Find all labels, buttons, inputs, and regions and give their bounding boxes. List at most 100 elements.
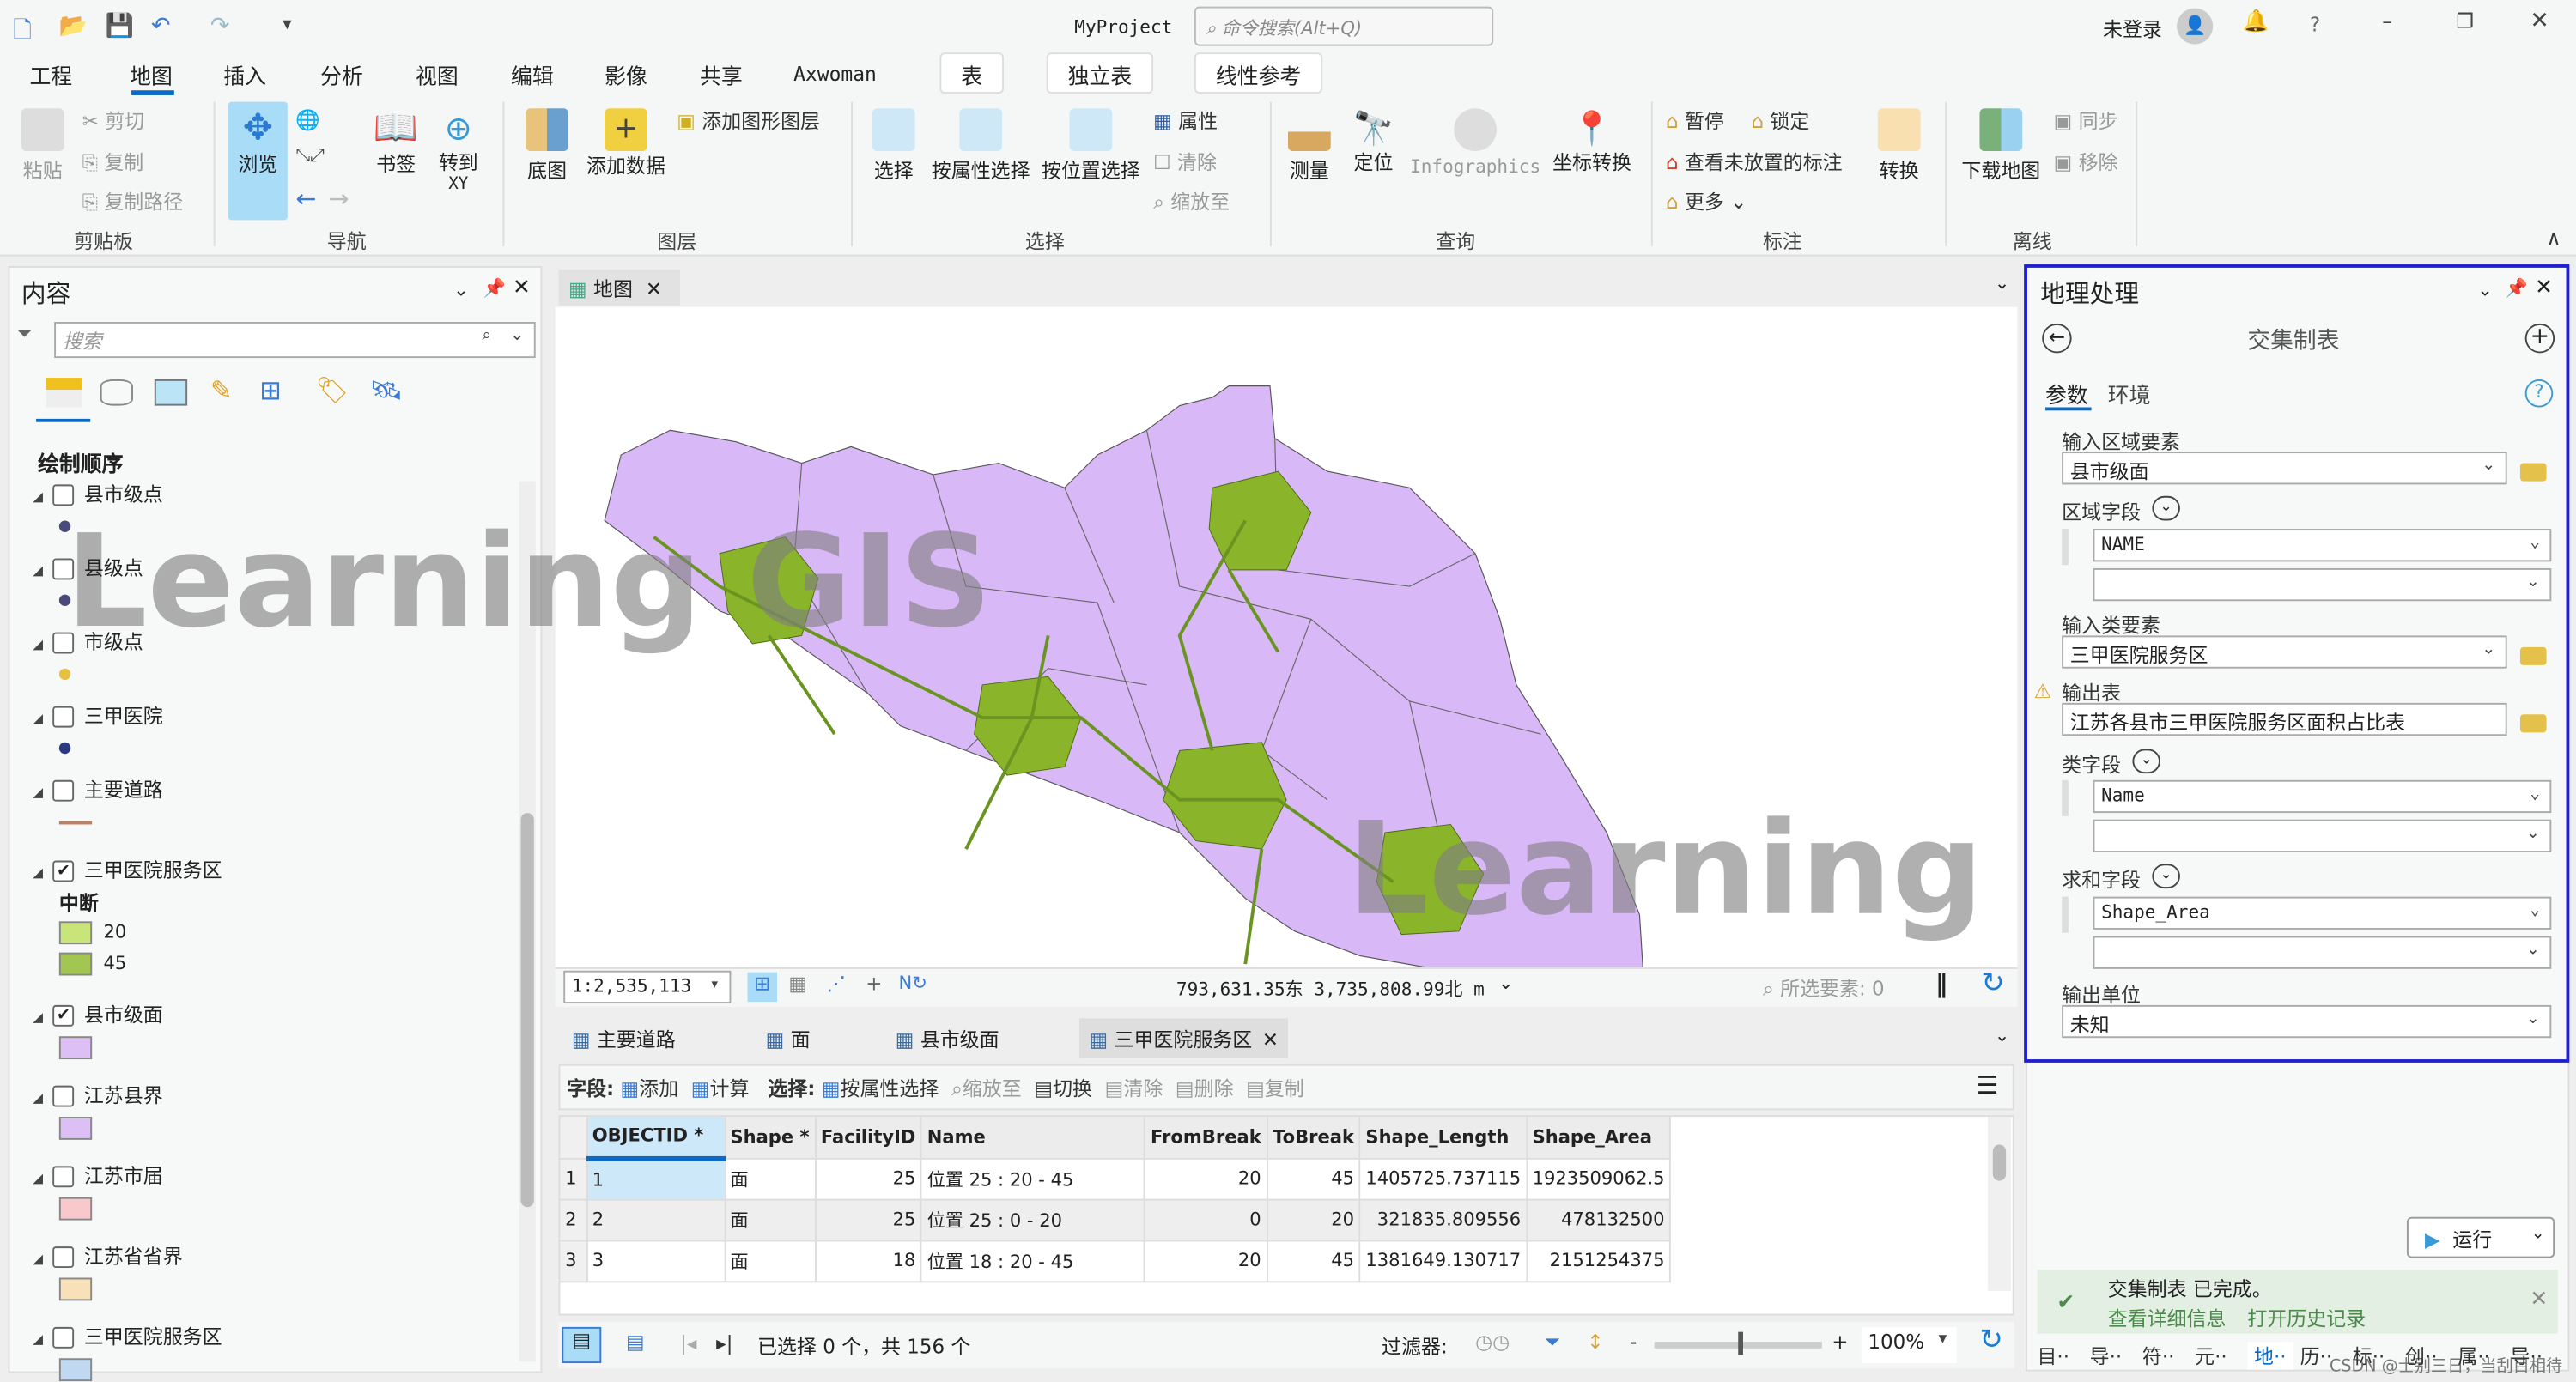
- grid-icon[interactable]: ▦: [788, 973, 807, 996]
- layer-item[interactable]: ◢ 主要道路: [33, 775, 163, 803]
- paste-button[interactable]: 粘贴: [13, 108, 72, 184]
- table-cell[interactable]: 20: [1145, 1240, 1268, 1282]
- column-header[interactable]: Shape_Area: [1526, 1117, 1672, 1159]
- save-icon[interactable]: 💾: [105, 13, 133, 39]
- table-zoom-selector[interactable]: 100% ▾: [1861, 1326, 1957, 1364]
- zone-field-empty-select[interactable]: ⌄: [2093, 567, 2552, 602]
- bottom-pane-tab[interactable]: 属··: [2458, 1342, 2490, 1370]
- expand-triangle-icon[interactable]: ◢: [33, 637, 43, 652]
- expand-triangle-icon[interactable]: ◢: [33, 1171, 43, 1185]
- bottom-pane-tab[interactable]: 符··: [2142, 1342, 2175, 1370]
- close-pane-icon[interactable]: ✕: [513, 276, 531, 300]
- table-cell[interactable]: 45: [1267, 1157, 1361, 1200]
- infographics-button[interactable]: Infographics: [1410, 108, 1541, 178]
- output-units-select[interactable]: 未知 ⌄: [2062, 1004, 2552, 1039]
- row-number[interactable]: 3: [560, 1240, 587, 1282]
- labeling-tag-icon[interactable]: 🏷: [315, 374, 349, 405]
- selection-list-icon[interactable]: [154, 379, 188, 406]
- table-cell[interactable]: 1381649.130717: [1359, 1240, 1528, 1282]
- expand-triangle-icon[interactable]: ◢: [33, 865, 43, 880]
- layer-visibility-checkbox[interactable]: ✔: [52, 1004, 75, 1027]
- zoom-in-icon[interactable]: +: [1832, 1330, 1848, 1354]
- layer-visibility-checkbox[interactable]: [52, 706, 75, 728]
- layer-visibility-checkbox[interactable]: [52, 558, 75, 580]
- expand-triangle-icon[interactable]: ◢: [33, 489, 43, 504]
- layer-item[interactable]: ◢ 三甲医院: [33, 701, 163, 730]
- layer-item[interactable]: ◢ 江苏市届: [33, 1161, 163, 1190]
- tab-table[interactable]: 表: [939, 52, 1005, 94]
- table-refresh-icon[interactable]: ↻: [1979, 1324, 2002, 1356]
- browse-folder-icon[interactable]: [2519, 646, 2547, 665]
- explore-button[interactable]: ✥ 浏览: [228, 101, 288, 221]
- row-number[interactable]: 2: [560, 1198, 587, 1241]
- table-cell[interactable]: 面: [724, 1157, 817, 1200]
- calculate-field-button[interactable]: ▦计算: [691, 1077, 750, 1100]
- customize-qat-icon[interactable]: ▾: [283, 13, 292, 34]
- layer-visibility-checkbox[interactable]: [52, 1166, 75, 1188]
- pane-options-icon[interactable]: ⌄: [453, 279, 469, 300]
- select-by-location-button[interactable]: 按位置选择: [1038, 108, 1143, 184]
- bottom-pane-tab[interactable]: 地··: [2247, 1342, 2293, 1370]
- copy-path-button[interactable]: ⎘ 复制路径: [82, 187, 184, 215]
- pause-drawing-icon[interactable]: ‖: [1935, 969, 1947, 998]
- new-project-icon[interactable]: 🗋: [13, 13, 32, 52]
- more-labeling-button[interactable]: ⌂ 更多 ⌄: [1666, 187, 1747, 215]
- table-select-by-attributes-button[interactable]: ▦按属性选择: [822, 1077, 939, 1100]
- zoom-out-icon[interactable]: -: [1630, 1330, 1637, 1354]
- column-header[interactable]: ToBreak: [1267, 1117, 1361, 1159]
- tab-insert[interactable]: 插入: [223, 59, 266, 91]
- tab-project[interactable]: 工程: [29, 59, 72, 91]
- table-cell[interactable]: 321835.809556: [1359, 1198, 1528, 1241]
- add-icon[interactable]: +: [2524, 323, 2555, 354]
- data-source-icon[interactable]: [100, 379, 133, 406]
- contents-scroll-thumb[interactable]: [520, 813, 534, 1208]
- tab-analysis[interactable]: 分析: [320, 59, 363, 91]
- refresh-icon[interactable]: ↻: [1981, 967, 2004, 1000]
- layer-visibility-checkbox[interactable]: [52, 779, 75, 802]
- expand-triangle-icon[interactable]: ◢: [33, 1090, 43, 1105]
- table-cell[interactable]: 45: [1267, 1240, 1361, 1282]
- cut-button[interactable]: ✂ 剪切: [82, 106, 144, 135]
- select-button[interactable]: 选择: [866, 108, 921, 184]
- north-arrow-icon[interactable]: N↻: [899, 973, 927, 994]
- time-filter-icon[interactable]: ◷◷: [1475, 1330, 1510, 1354]
- tab-list-chevron-icon[interactable]: ⌄: [1995, 273, 2010, 294]
- bookmarks-button[interactable]: 📖 书签: [368, 108, 424, 177]
- view-unplaced-button[interactable]: ⌂ 查看未放置的标注: [1666, 148, 1843, 176]
- table-cell[interactable]: 20: [1267, 1198, 1361, 1241]
- table-cell[interactable]: 3: [586, 1240, 726, 1282]
- column-header[interactable]: FacilityID: [815, 1117, 923, 1159]
- table-menu-icon[interactable]: ☰: [1977, 1070, 1999, 1100]
- drag-handle[interactable]: [2062, 779, 2069, 816]
- table-cell[interactable]: 2151254375: [1526, 1240, 1672, 1282]
- fixed-zoom-icon[interactable]: ⤡⤢: [295, 144, 325, 167]
- expand-triangle-icon[interactable]: ◢: [33, 1252, 43, 1266]
- close-tab-icon[interactable]: ✕: [646, 277, 662, 300]
- full-extent-icon[interactable]: 🌐: [295, 108, 320, 131]
- bottom-pane-tab[interactable]: 导··: [2510, 1342, 2543, 1370]
- table-cell[interactable]: 面: [724, 1240, 817, 1282]
- add-field-button[interactable]: ▦添加: [621, 1077, 679, 1100]
- sync-button[interactable]: ▣ 同步: [2054, 106, 2118, 135]
- close-pane-icon[interactable]: ✕: [2535, 276, 2553, 300]
- layer-item[interactable]: ◢ 江苏省省界: [33, 1241, 183, 1270]
- command-search-input[interactable]: ⌕ 命令搜索(Alt+Q): [1194, 6, 1494, 46]
- table-cell[interactable]: 1405725.737115: [1359, 1157, 1528, 1200]
- table-cell[interactable]: 位置 25 : 0 - 20: [921, 1198, 1146, 1241]
- sign-in-status[interactable]: 未登录: [2103, 15, 2162, 43]
- restore-icon[interactable]: ❐: [2456, 9, 2474, 33]
- column-header[interactable]: FromBreak: [1145, 1117, 1268, 1159]
- scale-selector[interactable]: 1:2,535,113 ▾: [563, 970, 732, 1004]
- measure-button[interactable]: 测量: [1281, 108, 1337, 184]
- add-graphics-layer-button[interactable]: ▣ 添加图形图层: [677, 106, 820, 135]
- table-vertical-scrollbar[interactable]: [1988, 1117, 2011, 1291]
- expand-triangle-icon[interactable]: ◢: [33, 563, 43, 578]
- expand-chevron-icon[interactable]: ⌄: [2132, 749, 2160, 774]
- column-header[interactable]: OBJECTID *: [586, 1117, 726, 1161]
- row-selector-header[interactable]: [560, 1117, 587, 1159]
- close-tab-icon[interactable]: ✕: [1262, 1028, 1279, 1052]
- redo-icon[interactable]: ↷: [210, 13, 229, 39]
- contents-search-input[interactable]: 搜索 ⌕ ⌄: [54, 322, 536, 359]
- bottom-pane-tab[interactable]: 导··: [2090, 1342, 2123, 1370]
- help-icon[interactable]: ?: [2310, 13, 2320, 36]
